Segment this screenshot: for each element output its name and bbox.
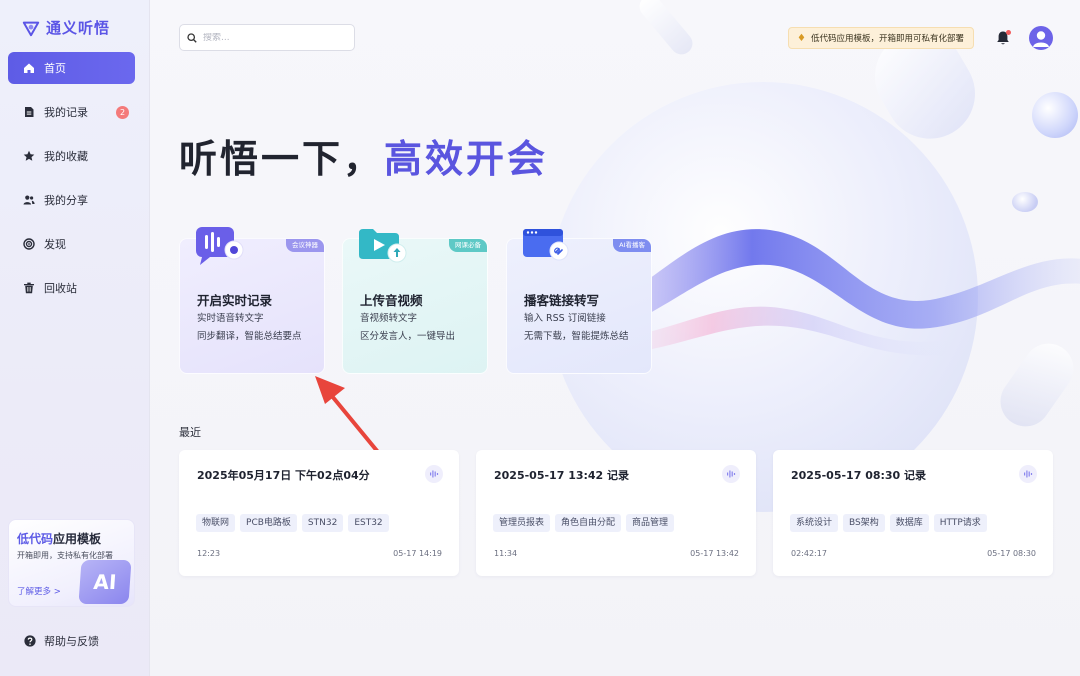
promo-title-rest: 应用模板 xyxy=(53,532,102,546)
coupon-icon: ♦ xyxy=(797,32,806,44)
feature-card-realtime-record[interactable]: 会议神器 开启实时记录 实时语音转文字 同步翻译，智能总结要点 xyxy=(179,227,325,374)
record-tags: 管理员报表 角色自由分配 商品管理 xyxy=(493,514,675,532)
avatar-user-icon xyxy=(1033,31,1049,47)
decor-glass-stick xyxy=(635,0,697,59)
recent-record-card[interactable]: 2025年05月17日 下午02点04分 物联网 PCB电路板 STN32 ES… xyxy=(179,450,459,576)
search-box[interactable] xyxy=(179,24,355,51)
feature-desc-line2: 同步翻译，智能总结要点 xyxy=(197,331,302,342)
sidebar-item-favorites[interactable]: 我的收藏 xyxy=(8,140,135,172)
lowcode-notice-banner[interactable]: ♦ 低代码应用模板，开箱即用可私有化部署 xyxy=(788,27,974,49)
record-tags: 系统设计 BS架构 数据库 HTTP请求 xyxy=(790,514,987,532)
sidebar-item-label: 首页 xyxy=(44,62,66,75)
notification-dot xyxy=(1006,30,1011,35)
keyword-tag[interactable]: EST32 xyxy=(348,514,389,532)
sidebar-item-home[interactable]: 首页 xyxy=(8,52,135,84)
feature-desc-line1: 音视频转文字 xyxy=(360,313,418,324)
share-users-icon xyxy=(23,194,35,206)
trash-icon xyxy=(23,282,35,294)
sidebar-item-label: 我的收藏 xyxy=(44,150,88,163)
feature-card-upload-media[interactable]: 网课必备 上传音视频 音视频转文字 区分发言人，一键导出 xyxy=(342,229,488,374)
home-icon xyxy=(23,62,35,74)
keyword-tag[interactable]: 角色自由分配 xyxy=(555,514,622,532)
record-date: 05-17 08:30 xyxy=(987,549,1036,558)
ai-badge: AI xyxy=(78,560,132,604)
feature-desc-line2: 无需下载，智能提炼总结 xyxy=(524,331,629,342)
audio-wave-icon xyxy=(425,465,443,483)
sidebar-item-label: 我的分享 xyxy=(44,194,88,207)
sidebar: 通义听悟 首页 我的记录 2 我的收藏 我的分享 发现 回收站 低代码应用模板 … xyxy=(0,0,150,676)
promo-title: 低代码应用模板 xyxy=(17,530,101,547)
record-title: 2025-05-17 13:42 记录 xyxy=(494,469,630,482)
app-logo[interactable]: 通义听悟 xyxy=(22,17,110,38)
keyword-tag[interactable]: STN32 xyxy=(301,514,344,532)
user-avatar[interactable] xyxy=(1029,26,1053,50)
feature-title: 开启实时记录 xyxy=(197,293,273,308)
feature-title: 播客链接转写 xyxy=(524,293,600,308)
feature-tag: 会议神器 xyxy=(286,239,324,252)
help-feedback-link[interactable]: 帮助与反馈 xyxy=(24,633,99,649)
sidebar-item-shares[interactable]: 我的分享 xyxy=(8,184,135,216)
video-upload-icon xyxy=(359,229,407,263)
notice-text: 低代码应用模板，开箱即用可私有化部署 xyxy=(810,34,964,44)
sidebar-item-trash[interactable]: 回收站 xyxy=(8,272,135,304)
keyword-tag[interactable]: 系统设计 xyxy=(790,514,839,532)
recent-record-card[interactable]: 2025-05-17 08:30 记录 系统设计 BS架构 数据库 HTTP请求… xyxy=(773,450,1053,576)
sidebar-item-label: 我的记录 xyxy=(44,106,88,119)
help-icon xyxy=(24,635,36,647)
record-date: 05-17 13:42 xyxy=(690,549,739,558)
keyword-tag[interactable]: 数据库 xyxy=(889,514,929,532)
app-title: 通义听悟 xyxy=(46,19,111,37)
feature-tag: AI看播客 xyxy=(613,239,651,252)
recent-section-title: 最近 xyxy=(179,426,201,439)
promo-learn-more-link[interactable]: 了解更多 > xyxy=(17,585,61,597)
keyword-tag[interactable]: 管理员报表 xyxy=(493,514,551,532)
notification-bell[interactable] xyxy=(996,30,1011,46)
decor-orb xyxy=(1032,92,1078,138)
records-count-badge: 2 xyxy=(116,106,129,119)
sidebar-item-label: 回收站 xyxy=(44,282,77,295)
audio-wave-icon xyxy=(1019,465,1037,483)
keyword-tag[interactable]: PCB电路板 xyxy=(240,514,297,532)
keyword-tag[interactable]: BS架构 xyxy=(843,514,885,532)
feature-desc-line1: 输入 RSS 订阅链接 xyxy=(524,313,606,324)
keyword-tag[interactable]: 商品管理 xyxy=(626,514,675,532)
main-content: ♦ 低代码应用模板，开箱即用可私有化部署 听悟一下，高效开会 会议神器 开启实时… xyxy=(150,0,1080,676)
keyword-tag[interactable]: 物联网 xyxy=(196,514,236,532)
discover-icon xyxy=(23,238,35,250)
star-icon xyxy=(23,150,35,162)
logo-mark-icon xyxy=(22,21,40,36)
record-duration: 12:23 xyxy=(197,549,221,558)
feature-desc-line2: 区分发言人，一键导出 xyxy=(360,331,456,342)
hero-title-prefix: 听悟一下， xyxy=(179,137,385,181)
sidebar-nav: 首页 我的记录 2 我的收藏 我的分享 发现 回收站 xyxy=(8,52,135,316)
recent-record-card[interactable]: 2025-05-17 13:42 记录 管理员报表 角色自由分配 商品管理 11… xyxy=(476,450,756,576)
sidebar-item-label: 发现 xyxy=(44,238,66,251)
record-duration: 11:34 xyxy=(494,549,518,558)
record-title: 2025年05月17日 下午02点04分 xyxy=(197,469,370,482)
sidebar-item-discover[interactable]: 发现 xyxy=(8,228,135,260)
sidebar-item-records[interactable]: 我的记录 2 xyxy=(8,96,135,128)
feature-title: 上传音视频 xyxy=(360,293,423,308)
record-tags: 物联网 PCB电路板 STN32 EST32 xyxy=(196,514,389,532)
feature-card-podcast-transcribe[interactable]: AI看播客 播客链接转写 输入 RSS 订阅链接 无需下载，智能提炼总结 xyxy=(506,229,652,374)
document-icon xyxy=(23,106,35,118)
hero-title: 听悟一下，高效开会 xyxy=(179,128,548,183)
promo-title-highlight: 低代码 xyxy=(17,532,54,546)
lowcode-promo-card[interactable]: 低代码应用模板 开箱即用，支持私有化部署 了解更多 > AI xyxy=(8,519,135,607)
feature-tag: 网课必备 xyxy=(449,239,487,252)
record-duration: 02:42:17 xyxy=(791,549,827,558)
record-title: 2025-05-17 08:30 记录 xyxy=(791,469,927,482)
feature-desc-line1: 实时语音转文字 xyxy=(197,313,264,324)
audio-wave-icon xyxy=(722,465,740,483)
microphone-waveform-icon xyxy=(196,227,244,265)
keyword-tag[interactable]: HTTP请求 xyxy=(933,514,987,532)
hero-title-accent: 高效开会 xyxy=(384,137,549,181)
podcast-link-icon xyxy=(523,229,569,261)
search-input[interactable] xyxy=(203,32,343,43)
record-date: 05-17 14:19 xyxy=(393,549,442,558)
search-icon xyxy=(187,32,197,43)
decor-orb-small xyxy=(1012,192,1038,212)
help-label: 帮助与反馈 xyxy=(44,635,99,648)
